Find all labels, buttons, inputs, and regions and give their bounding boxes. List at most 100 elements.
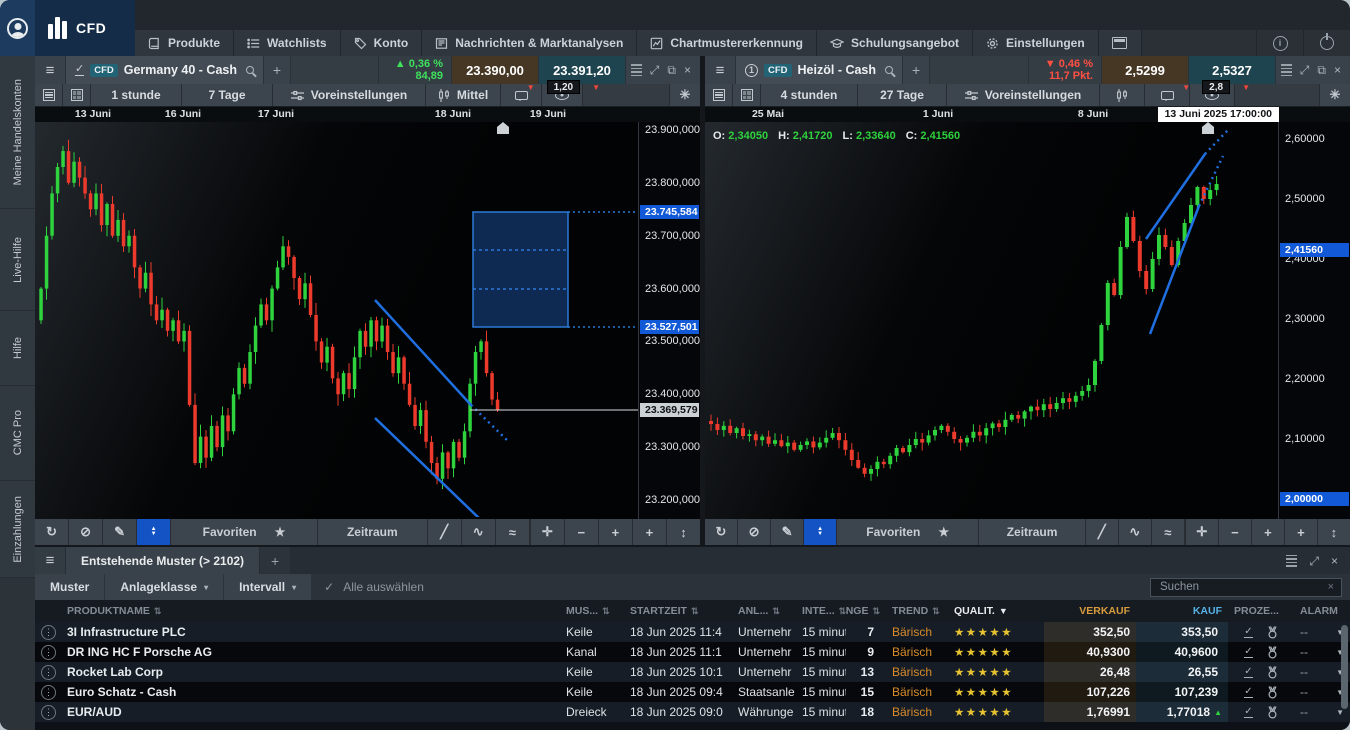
table-row[interactable]: ⋮ 3I Infrastructure PLC Keile 18 Jun 202… [35,622,1350,642]
sell-price[interactable]: 352,50 [1044,622,1136,642]
interval-button[interactable]: 1 stunde [91,84,181,106]
expand-icon[interactable]: ⤢ [1300,64,1310,76]
table-row[interactable]: ⋮ DR ING HC F Porsche AG Kanal 18 Jun 20… [35,642,1350,662]
date-axis[interactable]: 13 Juni 2025 17:00:00 25 Mai1 Juni8 Juni [705,106,1350,122]
table-row[interactable]: ⋮ EUR/AUD Dreieck 18 Jun 2025 09:0 Währu… [35,702,1350,722]
row-menu-icon[interactable]: ⋮ [41,645,56,660]
nav-schulungsangebot[interactable]: Schulungsangebot [817,30,972,56]
anlageklasse-dropdown[interactable]: Anlageklasse▾ [105,574,223,600]
medal-icon[interactable] [1267,626,1278,639]
presets-button[interactable]: Voreinstellungen [273,84,425,106]
expand-icon[interactable]: ⤢ [1309,555,1319,567]
close-icon[interactable]: × [684,64,691,76]
refresh-button[interactable]: ↻ [705,519,737,545]
select-all-checkbox[interactable]: ✓Alle auswählen [324,574,424,600]
medal-icon[interactable] [1267,686,1278,699]
col-intervall[interactable]: INTE...⇅ [796,605,846,617]
trendline-tool-button[interactable]: ╱ [428,519,461,545]
grid-layout-button[interactable] [733,84,760,106]
medal-icon[interactable] [1267,706,1278,719]
refresh-button[interactable]: ↻ [35,519,68,545]
period-button[interactable]: 7 Tage [182,84,272,106]
chart-type-button[interactable] [35,84,62,106]
period-button[interactable]: 27 Tage [858,84,946,106]
chart-settings-button[interactable]: ✳ [670,84,700,106]
search-box[interactable]: × [1150,578,1342,597]
wave-tool-button[interactable]: ∿ [462,519,495,545]
popout-icon[interactable]: ⧉ [667,64,676,76]
row-menu-icon[interactable]: ⋮ [41,685,56,700]
wave-tool-button[interactable]: ∿ [1119,519,1151,545]
medal-icon[interactable] [1267,666,1278,679]
zoom-in-button[interactable]: + [599,519,632,545]
pattern-tool-button[interactable]: ≈ [496,519,529,545]
nav-watchlists[interactable]: Watchlists [234,30,340,56]
instrument-tab[interactable]: ✓ CFD Germany 40 - Cash [66,56,263,84]
table-row[interactable]: ⋮ Euro Schatz - Cash Keile 18 Jun 2025 0… [35,682,1350,702]
vertical-fit-button[interactable]: ↕ [667,519,700,545]
intervall-dropdown[interactable]: Intervall▾ [224,574,311,600]
col-trend[interactable]: TREND⇅ [886,605,948,617]
zeitraum-button[interactable]: Zeitraum [979,519,1084,545]
nav-einstellungen[interactable]: Einstellungen [973,30,1098,56]
sell-price[interactable]: 107,226 [1044,682,1136,702]
popout-icon[interactable]: ⧉ [1317,64,1326,76]
info-button[interactable]: i [1257,30,1303,56]
sell-price[interactable]: 1,76991 [1044,702,1136,722]
sidebar-item-handelskonten[interactable]: Meine Handelskonten [0,56,35,208]
favoriten-button[interactable]: Favoriten★ [837,519,978,545]
drag-handle-icon[interactable] [1286,555,1297,567]
clear-drawings-button[interactable]: ⊘ [69,519,102,545]
drag-handle-icon[interactable] [631,64,642,76]
buy-price[interactable]: 40,9600 [1136,642,1228,662]
nav-chartmustererkennung[interactable]: Chartmustererkennung [637,30,816,56]
close-icon[interactable]: × [1331,555,1338,567]
col-prozesse[interactable]: PROZE... [1228,605,1294,617]
sell-price-button[interactable]: 2,5299 [1102,56,1188,84]
sidebar-item-einzahlungen[interactable]: Einzahlungen [0,481,35,577]
chart-settings-button[interactable]: ✳ [1320,84,1350,106]
col-alarm[interactable]: ALARM [1294,605,1350,617]
candle-style-button[interactable] [1100,84,1144,106]
table-row[interactable]: ⋮ Rocket Lab Corp Keile 18 Jun 2025 10:1… [35,662,1350,682]
row-menu-icon[interactable]: ⋮ [41,705,56,720]
nav-konto[interactable]: Konto [341,30,422,56]
sell-price-button[interactable]: 23.390,00 [452,56,538,84]
date-axis[interactable]: 13 Juni16 Juni17 Juni18 Juni19 Juni [35,106,700,122]
chart-plot-area[interactable]: O: 2,34050H: 2,41720L: 2,33640C: 2,41560 [705,122,1278,519]
expand-icon[interactable]: ⤢ [650,64,660,76]
trendline-tool-button[interactable]: ╱ [1086,519,1118,545]
draw-button[interactable]: ✎ [771,519,803,545]
sidebar-item-live-hilfe[interactable]: Live-Hilfe [0,209,35,310]
buy-price[interactable]: 26,55 [1136,662,1228,682]
open-chart-icon[interactable]: ✓ [1244,707,1252,718]
sell-price[interactable]: 40,9300 [1044,642,1136,662]
price-axis[interactable]: 23.900,00023.800,00023.700,00023.600,000… [638,122,700,519]
medal-icon[interactable] [1267,646,1278,659]
logout-button[interactable] [1304,30,1350,56]
open-chart-icon[interactable]: ✓ [1244,667,1252,678]
zoom-in-button[interactable]: + [1252,519,1284,545]
mid-price-button[interactable]: Mittel [426,84,500,106]
search-icon[interactable] [885,66,893,74]
fit-button[interactable]: + [633,519,666,545]
clear-drawings-button[interactable]: ⊘ [738,519,770,545]
instrument-tab[interactable]: 1 CFD Heizöl - Cash [736,56,902,84]
buy-price[interactable]: 107,239 [1136,682,1228,702]
col-verkauf[interactable]: VERKAUF [1044,605,1136,617]
clear-search-icon[interactable]: × [1328,581,1334,593]
pattern-tool-button[interactable]: ≈ [1152,519,1184,545]
col-anlageklasse[interactable]: ANL...⇅ [732,605,796,617]
col-startzeit[interactable]: STARTZEIT⇅ [624,605,732,617]
add-tab-button[interactable]: + [903,56,929,84]
nav-produkte[interactable]: Produkte [135,30,233,56]
search-input[interactable] [1158,580,1322,594]
chart-menu-button[interactable]: ≡ [705,56,735,84]
add-tab-button[interactable]: + [264,56,290,84]
presets-button[interactable]: Voreinstellungen [947,84,1099,106]
search-icon[interactable] [246,66,254,74]
row-menu-icon[interactable]: ⋮ [41,625,56,640]
buy-price[interactable]: 353,50 [1136,622,1228,642]
layout-button[interactable] [1099,30,1141,56]
muster-button[interactable]: Muster [35,574,104,600]
